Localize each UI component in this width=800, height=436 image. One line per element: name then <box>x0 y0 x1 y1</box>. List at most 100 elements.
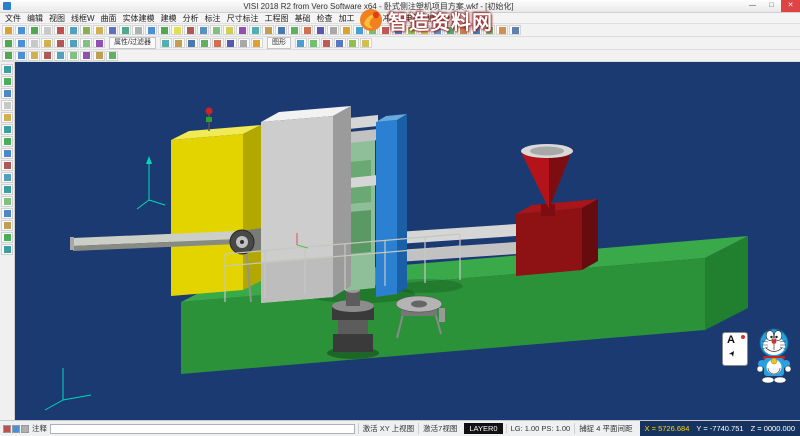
toolbar-icon[interactable] <box>1 76 13 87</box>
toolbar-icon[interactable] <box>54 38 66 48</box>
toolbar-icon[interactable] <box>340 25 352 35</box>
toolbar-icon[interactable] <box>288 25 300 35</box>
toolbar-icon[interactable] <box>308 38 320 48</box>
toolbar-icon[interactable] <box>93 38 105 48</box>
toolbar-icon[interactable] <box>238 38 250 48</box>
toolbar-icon[interactable] <box>160 38 172 48</box>
toolbar-icon[interactable] <box>295 38 307 48</box>
toolbar-icon[interactable] <box>249 25 261 35</box>
3d-scene-canvas[interactable] <box>15 62 800 420</box>
toolbar-icon[interactable] <box>470 25 482 35</box>
toolbar-icon[interactable] <box>509 25 521 35</box>
toolbar-icon[interactable] <box>67 38 79 48</box>
toolbar-icon[interactable] <box>418 25 430 35</box>
toolbar-icon[interactable] <box>1 148 13 159</box>
toolbar-icon[interactable] <box>225 38 237 48</box>
menu-item[interactable]: 建模 <box>158 13 180 24</box>
toolbar-icon[interactable] <box>173 38 185 48</box>
toolbar-icon[interactable] <box>158 25 170 35</box>
minimize-button[interactable]: — <box>743 0 762 12</box>
menu-item[interactable]: 实体建模 <box>120 13 158 24</box>
toolbar-icon[interactable] <box>132 25 144 35</box>
toolbar-icon[interactable] <box>41 25 53 35</box>
toolbar-icon[interactable] <box>1 244 13 255</box>
toolbar-icon[interactable] <box>405 25 417 35</box>
toolbar-icon[interactable] <box>223 25 235 35</box>
toolbar-icon[interactable] <box>15 51 27 61</box>
toolbar-icon[interactable] <box>1 172 13 183</box>
toolbar-icon[interactable] <box>54 51 66 61</box>
toolbar-icon[interactable] <box>251 38 263 48</box>
graphics-panel-tab[interactable]: 图形 <box>267 37 291 49</box>
menu-item[interactable]: 分析 <box>180 13 202 24</box>
toolbar-icon[interactable] <box>483 25 495 35</box>
toolbar-icon[interactable] <box>199 38 211 48</box>
toolbar-icon[interactable] <box>262 25 274 35</box>
toolbar-icon[interactable] <box>15 38 27 48</box>
toolbar-icon[interactable] <box>1 196 13 207</box>
menu-item[interactable]: 尺寸标注 <box>224 13 262 24</box>
toolbar-icon[interactable] <box>212 38 224 48</box>
toolbar-icon[interactable] <box>1 220 13 231</box>
toolbar-icon[interactable] <box>197 25 209 35</box>
menu-item[interactable]: 检查 <box>314 13 336 24</box>
toolbar-icon[interactable] <box>347 38 359 48</box>
menu-item[interactable]: 电极 <box>402 13 424 24</box>
toolbar-icon[interactable] <box>21 425 29 433</box>
toolbar-icon[interactable] <box>1 208 13 219</box>
toolbar-icon[interactable] <box>353 25 365 35</box>
toolbar-icon[interactable] <box>1 124 13 135</box>
toolbar-icon[interactable] <box>1 64 13 75</box>
toolbar-icon[interactable] <box>496 25 508 35</box>
toolbar-icon[interactable] <box>1 112 13 123</box>
toolbar-icon[interactable] <box>93 51 105 61</box>
layer-badge[interactable]: LAYER0 <box>464 423 502 434</box>
toolbar-icon[interactable] <box>2 38 14 48</box>
toolbar-icon[interactable] <box>1 184 13 195</box>
3d-viewport[interactable]: A ➤ <box>15 62 800 420</box>
toolbar-icon[interactable] <box>184 25 196 35</box>
toolbar-icon[interactable] <box>392 25 404 35</box>
end-platen-plate[interactable] <box>376 114 407 297</box>
toolbar-icon[interactable] <box>301 25 313 35</box>
toolbar-icon[interactable] <box>15 25 27 35</box>
toolbar-icon[interactable] <box>28 38 40 48</box>
menu-item[interactable]: 视图 <box>46 13 68 24</box>
toolbar-icon[interactable] <box>106 25 118 35</box>
toolbar-icon[interactable] <box>360 38 372 48</box>
toolbar-icon[interactable] <box>334 38 346 48</box>
note-input[interactable] <box>50 424 355 434</box>
toolbar-icon[interactable] <box>210 25 222 35</box>
filter-panel-tab[interactable]: 属性/过滤器 <box>109 37 156 49</box>
menu-item[interactable]: 标注 <box>202 13 224 24</box>
toolbar-icon[interactable] <box>431 25 443 35</box>
toolbar-icon[interactable] <box>457 25 469 35</box>
toolbar-icon[interactable] <box>41 38 53 48</box>
toolbar-icon[interactable] <box>145 25 157 35</box>
toolbar-icon[interactable] <box>1 160 13 171</box>
toolbar-icon[interactable] <box>80 25 92 35</box>
maximize-button[interactable]: □ <box>762 0 781 12</box>
menu-item[interactable]: 线框W <box>68 13 98 24</box>
toolbar-icon[interactable] <box>80 38 92 48</box>
toolbar-icon[interactable] <box>67 51 79 61</box>
toolbar-icon[interactable] <box>80 51 92 61</box>
toolbar-icon[interactable] <box>67 25 79 35</box>
toolbar-icon[interactable] <box>2 51 14 61</box>
toolbar-icon[interactable] <box>1 136 13 147</box>
injection-unit[interactable] <box>516 199 598 276</box>
menu-item[interactable]: 冲模 <box>380 13 402 24</box>
toolbar-icon[interactable] <box>12 425 20 433</box>
toolbar-icon[interactable] <box>321 38 333 48</box>
toolbar-icon[interactable] <box>2 25 14 35</box>
fixed-platen-block[interactable] <box>261 106 351 303</box>
toolbar-icon[interactable] <box>106 51 118 61</box>
injection-barrel-rails[interactable] <box>397 224 516 262</box>
toolbar-icon[interactable] <box>93 25 105 35</box>
toolbar-icon[interactable] <box>41 51 53 61</box>
close-button[interactable]: ✕ <box>781 0 800 12</box>
toolbar-icon[interactable] <box>275 25 287 35</box>
toolbar-icon[interactable] <box>186 38 198 48</box>
toolbar-icon[interactable] <box>119 25 131 35</box>
menu-item[interactable]: 基础 <box>292 13 314 24</box>
